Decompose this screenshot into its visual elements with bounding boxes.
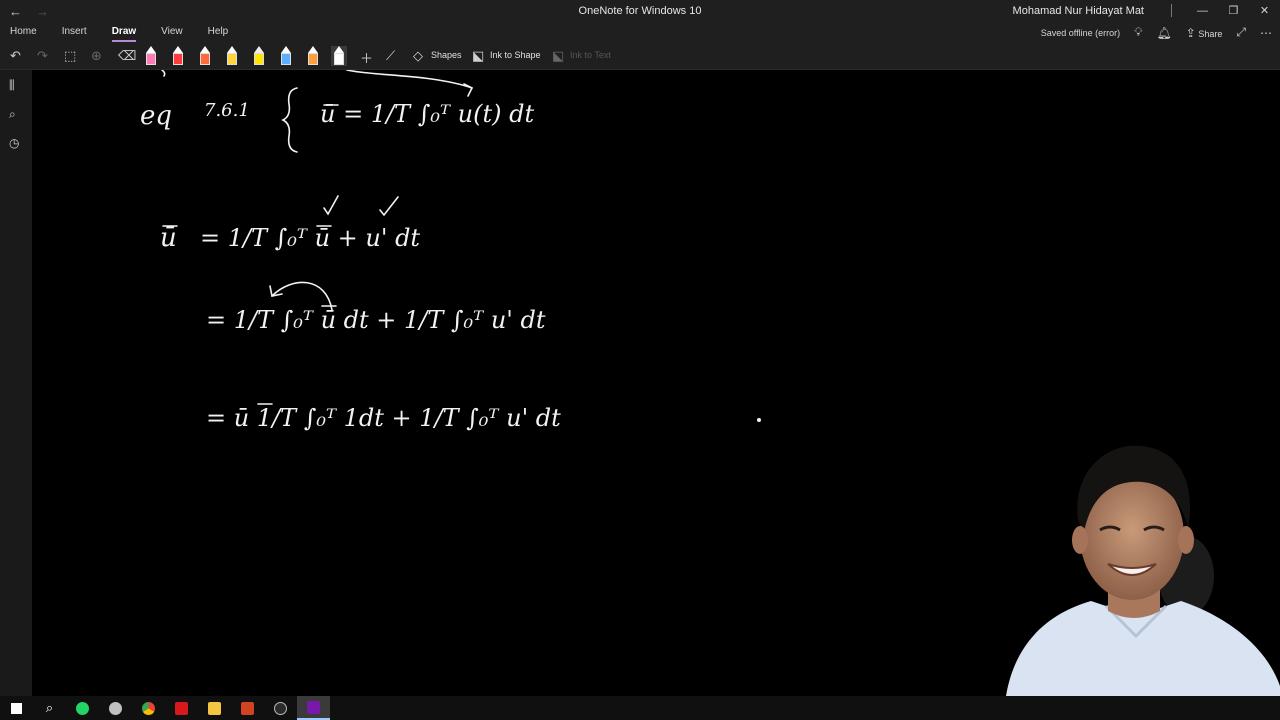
- forward-arrow-icon[interactable]: →: [36, 4, 49, 19]
- ink-line-2-rhs: = 1/T ∫₀ᵀ ū + u' dt: [200, 224, 420, 252]
- title-bar: ← → OneNote for Windows 10 Mohamad Nur H…: [0, 0, 1280, 22]
- pen-amber-icon[interactable]: [307, 46, 319, 66]
- ink-to-text-button[interactable]: Ink to Text: [570, 50, 611, 60]
- sync-status[interactable]: Saved offline (error): [1041, 28, 1120, 38]
- close-icon[interactable]: ✕: [1249, 0, 1280, 22]
- menu-bar: Home Insert Draw View Help Saved offline…: [0, 22, 1280, 44]
- ink-arrow-curve: [346, 70, 473, 89]
- windows-taskbar: ⌕: [0, 696, 1280, 720]
- nav-buttons: ← →: [0, 4, 120, 19]
- restore-icon[interactable]: ❐: [1218, 0, 1249, 22]
- powerpoint-icon[interactable]: [231, 696, 264, 720]
- pen-black-icon[interactable]: [145, 46, 157, 66]
- pen-yellow-icon[interactable]: [226, 46, 238, 66]
- highlighter-yellow-icon[interactable]: [253, 46, 265, 66]
- more-icon[interactable]: ⋯: [1260, 26, 1272, 40]
- back-arrow-icon[interactable]: ←: [9, 4, 22, 19]
- windows-start-icon[interactable]: [0, 696, 33, 720]
- ink-stroke-fragment: [161, 70, 166, 77]
- tab-draw[interactable]: Draw: [111, 26, 137, 42]
- recent-notes-icon[interactable]: ◷: [9, 136, 19, 150]
- tab-view[interactable]: View: [161, 26, 183, 37]
- ink-to-text-icon: ⬕: [552, 48, 565, 63]
- ink-arrow-head: [269, 285, 283, 297]
- ink-to-shape-icon: ⬕: [472, 48, 485, 63]
- obs-icon[interactable]: [264, 696, 297, 720]
- chrome-icon[interactable]: [132, 696, 165, 720]
- ink-dot: [756, 417, 761, 422]
- redo-icon[interactable]: ↷: [37, 48, 48, 64]
- minimize-icon[interactable]: —: [1187, 0, 1218, 22]
- window-controls: — ❐ ✕: [1187, 0, 1280, 22]
- acrobat-icon[interactable]: [165, 696, 198, 720]
- navigation-rail: ⫼ ⌕ ◷: [0, 70, 32, 696]
- ink-line-4: = ū 1/T ∫₀ᵀ 1dt + 1/T ∫₀ᵀ u' dt: [206, 404, 561, 432]
- snipping-icon[interactable]: [99, 696, 132, 720]
- ink-line-1: ū = 1/T ∫₀ᵀ u(t) dt: [320, 100, 534, 128]
- lasso-select-icon[interactable]: ⬚: [64, 48, 76, 64]
- pen-blue-icon[interactable]: [280, 46, 292, 66]
- file-explorer-icon[interactable]: [198, 696, 231, 720]
- ink-brace: [281, 87, 298, 153]
- pen-orange-icon[interactable]: [199, 46, 211, 66]
- ruler-icon[interactable]: ⟋: [386, 48, 395, 64]
- pen-red-icon[interactable]: [172, 46, 184, 66]
- add-pen-icon[interactable]: ＋: [360, 48, 373, 67]
- ink-line-2-lhs: ū: [160, 223, 177, 253]
- ink-to-shape-button[interactable]: Ink to Shape: [490, 50, 541, 60]
- whatsapp-icon[interactable]: [66, 696, 99, 720]
- webcam-presenter-image: [1006, 445, 1280, 696]
- share-button[interactable]: ⇪ Share: [1186, 26, 1223, 40]
- search-icon[interactable]: ⌕: [33, 696, 66, 720]
- tab-home[interactable]: Home: [10, 26, 37, 37]
- share-label: Share: [1198, 28, 1223, 39]
- ribbon-tabs: Home Insert Draw View Help: [10, 26, 253, 42]
- tab-insert[interactable]: Insert: [62, 26, 87, 37]
- title-separator: [1171, 4, 1172, 17]
- shapes-button[interactable]: Shapes: [431, 50, 462, 60]
- bell-icon[interactable]: 🔔︎: [1157, 26, 1172, 40]
- ink-check-mark: [379, 196, 399, 217]
- user-name[interactable]: Mohamad Nur Hidayat Mat: [1013, 5, 1144, 17]
- ink-line-3: = 1/T ∫₀ᵀ ū dt + 1/T ∫₀ᵀ u' dt: [206, 306, 546, 334]
- ink-check-mark: [323, 195, 339, 216]
- eraser-icon[interactable]: ⌫: [118, 48, 136, 64]
- menu-right-group: Saved offline (error) 💡︎ 🔔︎ ⇪ Share ⤢ ⋯: [1041, 25, 1272, 40]
- fullscreen-icon[interactable]: ⤢: [1236, 25, 1246, 40]
- add-space-icon[interactable]: ⊕: [91, 48, 102, 64]
- share-icon: ⇪: [1185, 25, 1196, 40]
- ink-eq-number: 7.6.1: [204, 100, 250, 121]
- lightbulb-icon[interactable]: 💡︎: [1134, 25, 1142, 40]
- onenote-icon[interactable]: [297, 696, 330, 720]
- ink-eq-label: eq: [140, 101, 172, 131]
- draw-toolbar: ↶ ↷ ⬚ ⊕ ⌫ ＋ ⟋ ◇ Shapes ⬕ Ink to Shape ⬕ …: [0, 44, 1280, 70]
- search-icon[interactable]: ⌕: [9, 107, 16, 122]
- notebooks-icon[interactable]: ⫼: [9, 78, 15, 93]
- undo-icon[interactable]: ↶: [10, 48, 21, 64]
- shapes-icon: ◇: [413, 48, 423, 63]
- pen-white-icon[interactable]: [331, 46, 347, 66]
- tab-help[interactable]: Help: [208, 26, 229, 37]
